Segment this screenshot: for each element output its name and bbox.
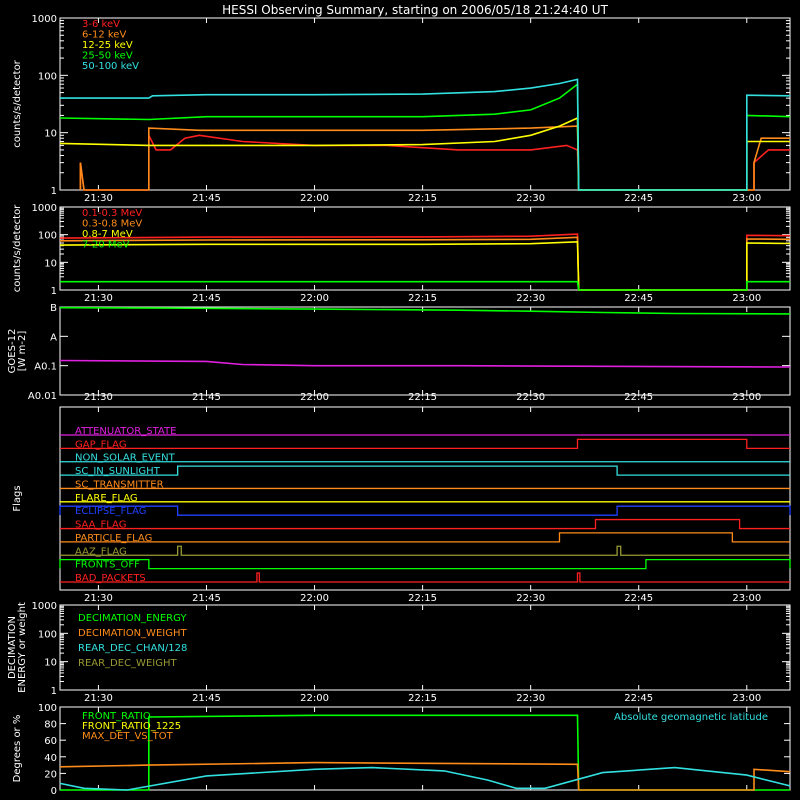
flag-label-attenuator-state: ATTENUATOR_STATE bbox=[75, 426, 176, 437]
flag-label-flare-flag: FLARE_FLAG bbox=[75, 493, 138, 504]
flag-label-aaz-flag: AAZ_FLAG bbox=[75, 546, 127, 557]
lightcurves_low-legend-entry: 50-100 keV bbox=[82, 61, 139, 72]
flag-label-fronts-off: FRONTS_OFF bbox=[75, 560, 140, 571]
lightcurves_high-legend-entry: 0.3-0.8 MeV bbox=[82, 219, 142, 230]
lightcurves_high-xtick-label: 22:00 bbox=[300, 293, 329, 304]
lightcurves_high-xtick-label: 21:30 bbox=[84, 293, 113, 304]
lightcurves_low-xtick-label: 21:45 bbox=[192, 193, 221, 204]
decimation-ytick-label: 100 bbox=[38, 629, 57, 640]
lightcurves_low-legend-entry: 6-12 keV bbox=[82, 30, 126, 41]
flag-label-particle-flag: PARTICLE_FLAG bbox=[75, 533, 152, 544]
lightcurves_low-ylabel: counts/s/detector bbox=[12, 59, 23, 147]
lightcurves_low-xtick-label: 22:00 bbox=[300, 193, 329, 204]
goes-ytick-label: A0.01 bbox=[28, 391, 57, 402]
decimation-xtick-label: 22:15 bbox=[408, 693, 437, 704]
flags-ylabel: Flags bbox=[12, 485, 23, 511]
flags-xtick-label: 21:45 bbox=[192, 593, 221, 604]
lightcurves_low-legend-entry: 25-50 keV bbox=[82, 51, 133, 62]
lightcurves_low-xtick-label: 21:30 bbox=[84, 193, 113, 204]
lightcurves_low-ytick-label: 100 bbox=[38, 71, 57, 82]
decimation-ylabel: ENERGY or weight bbox=[17, 602, 28, 693]
flag-label-saa-flag: SAA_FLAG bbox=[75, 520, 126, 531]
goes-xtick-label: 22:00 bbox=[300, 392, 329, 403]
flag-label-bad-packets: BAD_PACKETS bbox=[75, 573, 146, 584]
goes-xtick-label: 21:30 bbox=[84, 392, 113, 403]
lightcurves_low-xtick-label: 23:00 bbox=[732, 193, 761, 204]
flag-label-sc-in-sunlight: SC_IN_SUNLIGHT bbox=[75, 466, 161, 477]
lightcurves_high-ytick-label: 1 bbox=[51, 286, 57, 297]
decimation-legend-entry: REAR_DEC_WEIGHT bbox=[78, 658, 177, 669]
lightcurves_high-xtick-label: 21:45 bbox=[192, 293, 221, 304]
lightcurves_high-ytick-label: 1000 bbox=[32, 203, 57, 214]
lightcurves_low-xtick-label: 22:30 bbox=[516, 193, 545, 204]
flags-xtick-label: 22:00 bbox=[300, 593, 329, 604]
lightcurves_high-xtick-label: 22:30 bbox=[516, 293, 545, 304]
lightcurves_high-legend-entry: 0.8-7 MeV bbox=[82, 229, 133, 240]
flags-xtick-label: 22:30 bbox=[516, 593, 545, 604]
ratios-ytick-label: 60 bbox=[44, 736, 57, 747]
decimation-xtick-label: 22:00 bbox=[300, 693, 329, 704]
lightcurves_high-xtick-label: 22:45 bbox=[624, 293, 653, 304]
decimation-xtick-label: 21:45 bbox=[192, 693, 221, 704]
goes-xtick-label: 21:45 bbox=[192, 392, 221, 403]
decimation-xtick-label: 23:00 bbox=[732, 693, 761, 704]
ratios-annotation: Absolute geomagnetic latitude bbox=[614, 712, 768, 723]
lightcurves_high-ytick-label: 10 bbox=[44, 258, 57, 269]
flag-label-non-solar-event: NON_SOLAR_EVENT bbox=[75, 453, 176, 464]
flags-xtick-label: 22:15 bbox=[408, 593, 437, 604]
goes-xtick-label: 22:45 bbox=[624, 392, 653, 403]
decimation-ytick-label: 10 bbox=[44, 658, 57, 669]
observing-summary-figure: HESSI Observing Summary, starting on 200… bbox=[0, 0, 800, 800]
lightcurves_high-legend-entry: 7-20 MeV bbox=[82, 240, 130, 251]
goes-xtick-label: 22:30 bbox=[516, 392, 545, 403]
goes-ylabel: [W m-2] bbox=[17, 331, 28, 372]
flags-xtick-label: 23:00 bbox=[732, 593, 761, 604]
decimation-xtick-label: 21:30 bbox=[84, 693, 113, 704]
goes-ytick-label: B bbox=[50, 303, 57, 314]
ratios-legend-entry: MAX_DET_VS_TOT bbox=[82, 731, 174, 742]
decimation-legend-entry: REAR_DEC_CHAN/128 bbox=[78, 643, 187, 654]
lightcurves_high-xtick-label: 22:15 bbox=[408, 293, 437, 304]
ratios-ytick-label: 40 bbox=[44, 753, 57, 764]
lightcurves_low-ytick-label: 1 bbox=[51, 186, 57, 197]
ratios-ytick-label: 0 bbox=[51, 786, 57, 797]
flag-label-sc-transmitter: SC_TRANSMITTER bbox=[75, 479, 164, 490]
ratios-ytick-label: 100 bbox=[38, 703, 57, 714]
decimation-ytick-label: 1 bbox=[51, 686, 57, 697]
lightcurves_low-legend-entry: 12-25 keV bbox=[82, 40, 133, 51]
decimation-legend-entry: DECIMATION_ENERGY bbox=[78, 613, 187, 624]
lightcurves_high-legend-entry: 0.1-0.3 MeV bbox=[82, 208, 142, 219]
goes-xtick-label: 22:15 bbox=[408, 392, 437, 403]
lightcurves_low-ytick-label: 10 bbox=[44, 129, 57, 140]
lightcurves_low-ytick-label: 1000 bbox=[32, 14, 57, 25]
lightcurves_high-xtick-label: 23:00 bbox=[732, 293, 761, 304]
flags-xtick-label: 21:30 bbox=[84, 593, 113, 604]
lightcurves_low-xtick-label: 22:15 bbox=[408, 193, 437, 204]
lightcurves_high-ylabel: counts/s/detector bbox=[12, 204, 23, 292]
flags-xtick-label: 22:45 bbox=[624, 593, 653, 604]
flag-label-gap-flag: GAP_FLAG bbox=[75, 439, 127, 450]
page-title: HESSI Observing Summary, starting on 200… bbox=[222, 3, 608, 17]
decimation-xtick-label: 22:45 bbox=[624, 693, 653, 704]
goes-ytick-label: A0.1 bbox=[34, 362, 57, 373]
lightcurves_low-xtick-label: 22:45 bbox=[624, 193, 653, 204]
ratios-ytick-label: 80 bbox=[44, 720, 57, 731]
lightcurves_high-ytick-label: 100 bbox=[38, 231, 57, 242]
goes-ytick-label: A bbox=[50, 332, 57, 343]
decimation-legend-entry: DECIMATION_WEIGHT bbox=[78, 628, 187, 639]
ratios-ytick-label: 20 bbox=[44, 769, 57, 780]
goes-xtick-label: 23:00 bbox=[732, 392, 761, 403]
lightcurves_low-legend-entry: 3-6 keV bbox=[82, 19, 120, 30]
flag-label-eclipse-flag: ECLIPSE_FLAG bbox=[75, 506, 146, 517]
decimation-ytick-label: 1000 bbox=[32, 601, 57, 612]
ratios-ylabel: Degrees or % bbox=[12, 715, 23, 783]
decimation-xtick-label: 22:30 bbox=[516, 693, 545, 704]
